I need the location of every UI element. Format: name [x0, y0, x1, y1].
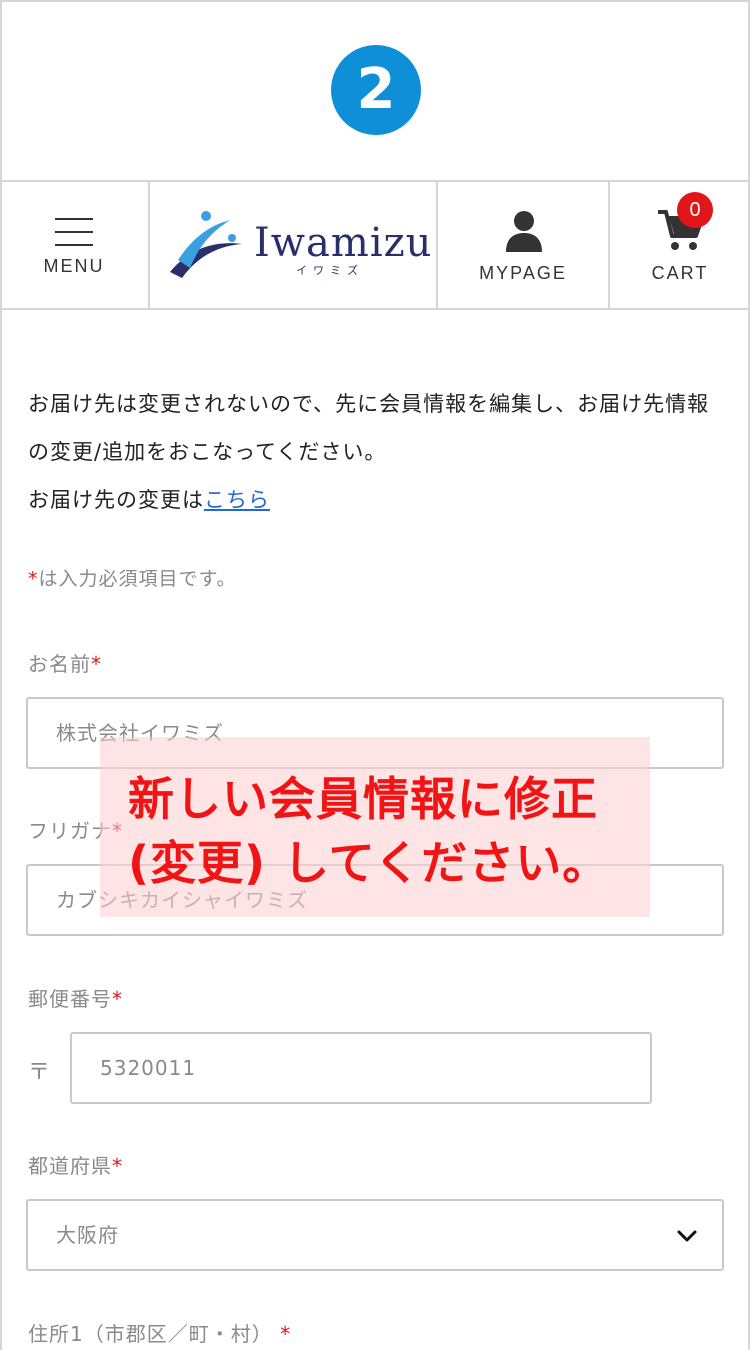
step-number-badge: 2 — [331, 45, 421, 135]
mypage-button[interactable]: MYPAGE — [438, 182, 610, 308]
address1-label: 住所1（市郡区／町・村） * — [28, 1318, 291, 1347]
person-icon — [506, 211, 542, 252]
postal-code-input[interactable]: 5320011 — [70, 1032, 652, 1104]
required-mark: * — [28, 568, 39, 590]
address1-label-text: 住所1（市郡区／町・村） — [28, 1322, 273, 1346]
required-mark: * — [112, 1154, 123, 1178]
change-delivery-link[interactable]: こちら — [204, 488, 270, 512]
prefecture-selected-value: 大阪府 — [56, 1223, 119, 1247]
logo-subtext: イワミズ — [296, 264, 364, 277]
menu-button[interactable]: MENU — [0, 182, 150, 308]
iwamizu-logo-icon — [170, 211, 242, 278]
menu-icon — [55, 218, 93, 257]
required-note-text: は入力必須項目です。 — [38, 568, 237, 590]
name-label-text: お名前 — [28, 652, 91, 676]
name-label: お名前* — [28, 648, 102, 677]
required-mark: * — [280, 1322, 292, 1346]
intro-change-prefix: お届け先の変更は — [28, 488, 204, 512]
prefecture-label-text: 都道府県 — [28, 1154, 112, 1178]
cart-label: CART — [651, 263, 709, 283]
intro-change-line: お届け先の変更はこちら — [28, 476, 722, 524]
prefecture-select[interactable]: 大阪府 — [26, 1199, 724, 1271]
step-indicator: 2 — [0, 0, 750, 182]
site-header: MENU Iwamizu イワミズ MYPAGE 0 CART — [0, 182, 750, 310]
required-note: *は入力必須項目です。 — [28, 564, 237, 591]
cart-button[interactable]: 0 CART — [610, 182, 750, 308]
instruction-text: 新しい会員情報に修正 (変更) してください。 — [128, 767, 609, 895]
instruction-line-2: (変更) してください。 — [128, 836, 610, 890]
postal-label-text: 郵便番号 — [28, 987, 112, 1011]
intro-paragraph: お届け先は変更されないので、先に会員情報を編集し、お届け先情報の変更/追加をおこ… — [28, 392, 710, 464]
required-mark: * — [91, 652, 102, 676]
required-mark: * — [112, 987, 123, 1011]
postal-label: 郵便番号* — [28, 983, 123, 1012]
cart-count-badge: 0 — [677, 192, 713, 228]
logo-text: Iwamizu — [254, 220, 433, 266]
logo-link[interactable]: Iwamizu イワミズ — [150, 182, 438, 308]
mypage-label: MYPAGE — [479, 263, 567, 283]
instruction-overlay: 新しい会員情報に修正 (変更) してください。 — [100, 737, 650, 917]
chevron-down-icon — [677, 1230, 697, 1242]
postal-mark: 〒 — [28, 1060, 51, 1085]
menu-label: MENU — [43, 256, 105, 276]
instruction-line-1: 新しい会員情報に修正 — [128, 772, 598, 826]
prefecture-label: 都道府県* — [28, 1150, 123, 1179]
intro-text: お届け先は変更されないので、先に会員情報を編集し、お届け先情報の変更/追加をおこ… — [28, 380, 722, 524]
